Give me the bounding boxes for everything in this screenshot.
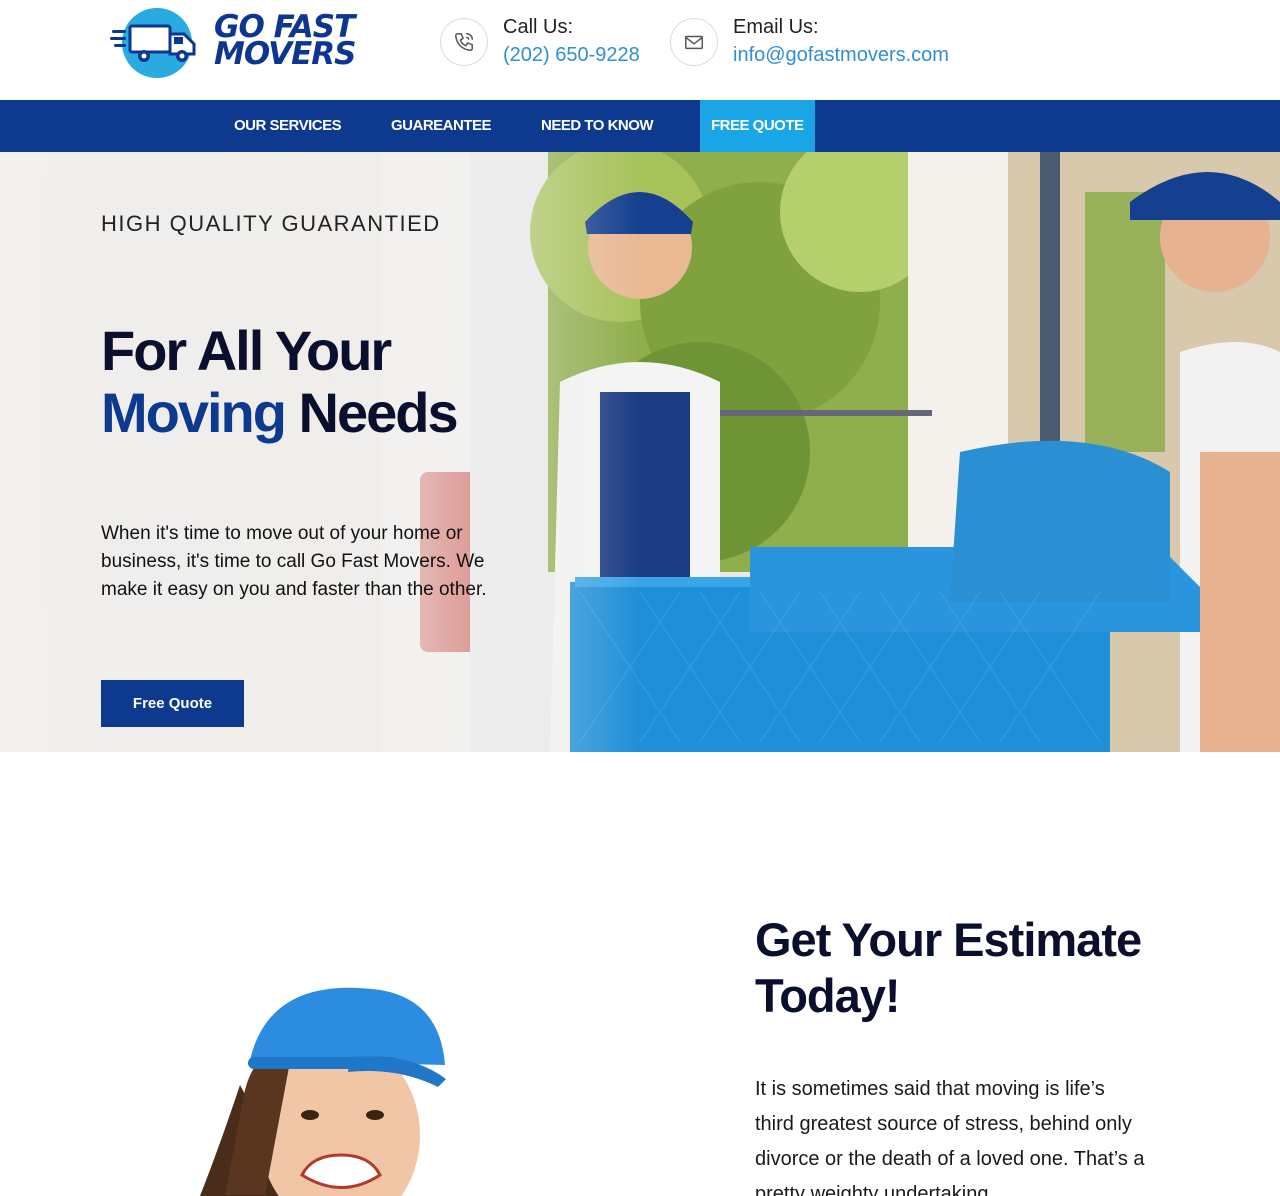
phone-icon [440, 18, 488, 66]
hero-title-accent: Moving [101, 381, 287, 444]
call-us-label: Call Us: [503, 16, 574, 38]
logo-wordmark: GO FAST MOVERS [214, 12, 356, 72]
call-us-block: Call Us: (202) 650-9228 [440, 16, 660, 76]
estimate-title: Get Your Estimate Today! [755, 912, 1142, 1024]
free-quote-button[interactable]: Free Quote [101, 680, 244, 727]
hero-kicker: HIGH QUALITY GUARANTIED [101, 211, 441, 236]
nav-item-free-quote[interactable]: FREE QUOTE [700, 100, 815, 152]
nav-item-need-to-know[interactable]: NEED TO KNOW [530, 100, 664, 152]
site-logo[interactable]: GO FAST MOVERS [110, 6, 370, 78]
estimate-description: It is sometimes said that moving is life… [755, 1078, 1145, 1196]
site-header: GO FAST MOVERS Call Us: (202) 650-9228 E… [0, 0, 1280, 100]
hero-description: When it's time to move out of your home … [101, 523, 487, 600]
smiling-mover-woman-photo [200, 987, 446, 1196]
main-nav: OUR SERVICES GUAREANTEE NEED TO KNOW FRE… [0, 100, 1280, 152]
truck-icon [110, 24, 196, 62]
hero-title: For All Your Moving Needs [101, 319, 459, 444]
logo-line-2: MOVERS [214, 36, 356, 72]
hero-section: HIGH QUALITY GUARANTIED For All Your Mov… [0, 152, 1280, 752]
estimate-title-line-1: Get Your Estimate [755, 913, 1142, 966]
hero-title-line-1: For All Your [101, 319, 392, 382]
nav-item-guarantee[interactable]: GUAREANTEE [380, 100, 502, 152]
email-us-block: Email Us: info@gofastmovers.com [670, 16, 990, 76]
email-address-link[interactable]: info@gofastmovers.com [733, 44, 949, 67]
phone-number-link[interactable]: (202) 650-9228 [503, 44, 640, 67]
hero-title-rest: Needs [298, 381, 459, 444]
estimate-title-line-2: Today! [755, 969, 901, 1022]
nav-item-our-services[interactable]: OUR SERVICES [223, 100, 352, 152]
hero-overlay [0, 152, 640, 752]
email-us-label: Email Us: [733, 16, 819, 38]
envelope-icon [670, 18, 718, 66]
